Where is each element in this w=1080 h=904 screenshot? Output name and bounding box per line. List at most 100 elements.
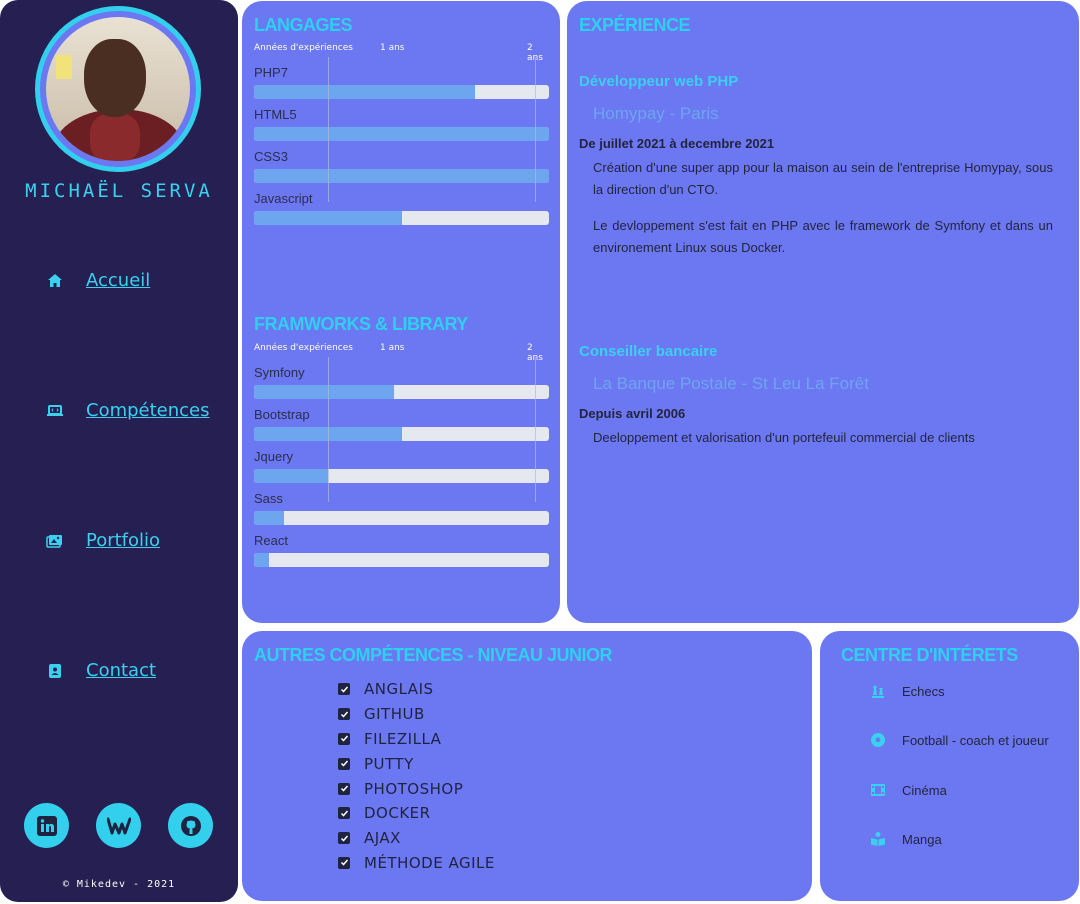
- other-skills-title: AUTRES COMPÉTENCES - NIVEAU JUNIOR: [254, 645, 613, 665]
- job-company: La Banque Postale - St Leu La Forêt: [593, 374, 869, 393]
- nav-link-accueil[interactable]: Accueil: [86, 270, 150, 291]
- address-book-icon: [46, 662, 64, 680]
- skill-bar-track: [254, 169, 549, 183]
- checkbox-checked-icon: [338, 832, 350, 845]
- skill-bar-fill: [254, 469, 328, 483]
- skill-checklist-item: GITHUB: [338, 702, 495, 727]
- frameworks-bars: Symfony Bootstrap Jquery Sass React: [254, 365, 549, 567]
- interest-item: Football - coach et joueur: [870, 732, 1049, 748]
- skill-name: AJAX: [364, 829, 401, 848]
- skill-checklist-item: ANGLAIS: [338, 677, 495, 702]
- skill-name: GITHUB: [364, 705, 425, 724]
- skill-name: DOCKER: [364, 804, 431, 823]
- skill-bar-row: Bootstrap: [254, 407, 549, 441]
- checkbox-checked-icon: [338, 807, 350, 820]
- frameworks-chart: Années d'expériences 1 ans 2 ans Symfony…: [254, 343, 549, 567]
- linkedin-icon: [36, 815, 57, 836]
- skill-bar-row: Javascript: [254, 191, 549, 225]
- skill-bar-row: PHP7: [254, 65, 549, 99]
- interests-panel: CENTRE D'INTÉRETS Echecs Football - coac…: [820, 631, 1079, 901]
- chart-gridline: [535, 57, 536, 202]
- skill-bar-fill: [254, 211, 402, 225]
- skill-name: FILEZILLA: [364, 729, 442, 748]
- avatar-ring: [35, 6, 201, 172]
- axis-tick-2: 2 ans: [527, 43, 543, 63]
- frameworks-title: FRAMWORKS & LIBRARY: [254, 314, 468, 334]
- skill-label: PHP7: [254, 65, 288, 80]
- chart-gridline: [328, 57, 329, 202]
- skill-bar-row: Sass: [254, 491, 549, 525]
- skill-bar-row: Jquery: [254, 449, 549, 483]
- skill-checklist-item: PHOTOSHOP: [338, 776, 495, 801]
- skill-bar-fill: [254, 169, 549, 183]
- job-title: Développeur web PHP: [579, 73, 739, 90]
- skill-bar-track: [254, 385, 549, 399]
- github-icon: [180, 815, 201, 836]
- nav-item-competences[interactable]: Compétences: [46, 400, 210, 421]
- skill-name: PUTTY: [364, 754, 414, 773]
- langages-bars: PHP7 HTML5 CSS3 Javascript: [254, 65, 549, 225]
- job-entry: Développeur web PHP Homypay - Paris De j…: [579, 73, 1053, 259]
- chart-gridline: [328, 357, 329, 502]
- football-icon: [870, 732, 886, 748]
- skill-name: ANGLAIS: [364, 680, 434, 699]
- nav-item-contact[interactable]: Contact: [46, 660, 156, 681]
- skill-label: Bootstrap: [254, 407, 310, 422]
- skill-bar-track: [254, 427, 549, 441]
- wordpress-button[interactable]: [96, 803, 141, 848]
- chess-icon: [870, 683, 886, 699]
- checkbox-checked-icon: [338, 708, 350, 721]
- skill-bar-track: [254, 127, 549, 141]
- skill-bar-row: React: [254, 533, 549, 567]
- interest-item: Manga: [870, 831, 942, 847]
- footer-copyright: © Mikedev - 2021: [62, 879, 176, 890]
- axis-tick-1: 1 ans: [380, 43, 405, 53]
- nav-link-competences[interactable]: Compétences: [86, 400, 210, 421]
- skill-checklist-item: DOCKER: [338, 801, 495, 826]
- experience-title: EXPÉRIENCE: [579, 15, 691, 35]
- skill-checklist-item: FILEZILLA: [338, 727, 495, 752]
- skill-bar-fill: [254, 85, 475, 99]
- skill-bar-track: [254, 469, 549, 483]
- langages-title: LANGAGES: [254, 15, 353, 35]
- avatar: [46, 17, 190, 161]
- nav-item-portfolio[interactable]: Portfolio: [46, 530, 160, 551]
- job-dates: De juillet 2021 à decembre 2021: [579, 136, 775, 151]
- interest-item: Echecs: [870, 683, 945, 699]
- interests-title: CENTRE D'INTÉRETS: [841, 645, 1018, 665]
- film-icon: [870, 782, 886, 798]
- nav-item-accueil[interactable]: Accueil: [46, 270, 150, 291]
- skill-bar-track: [254, 85, 549, 99]
- axis-tick-2: 2 ans: [527, 343, 543, 363]
- chart-gridline: [535, 357, 536, 502]
- job-description: Deeloppement et valorisation d'un portef…: [593, 430, 975, 445]
- skill-bar-track: [254, 211, 549, 225]
- checkbox-checked-icon: [338, 732, 350, 745]
- skill-label: CSS3: [254, 149, 288, 164]
- job-title: Conseiller bancaire: [579, 343, 718, 360]
- skill-bar-fill: [254, 385, 394, 399]
- other-skills-list: ANGLAIS GITHUB FILEZILLA PUTTY PHOTOSHOP DOCK…: [338, 677, 495, 875]
- profile-name: MICHAËL SERVA: [25, 180, 213, 202]
- skill-bar-track: [254, 511, 549, 525]
- skill-bar-row: CSS3: [254, 149, 549, 183]
- job-company: Homypay - Paris: [593, 104, 719, 123]
- sidebar: MICHAËL SERVA Accueil Compétences Portfo…: [0, 0, 238, 902]
- axis-tick-1: 1 ans: [380, 343, 405, 353]
- interest-item: Cinéma: [870, 782, 947, 798]
- skill-label: Symfony: [254, 365, 305, 380]
- images-icon: [46, 532, 64, 550]
- github-button[interactable]: [168, 803, 213, 848]
- langages-chart: Années d'expériences 1 ans 2 ans PHP7 HTM…: [254, 43, 549, 225]
- nav-link-contact[interactable]: Contact: [86, 660, 156, 681]
- skill-label: Jquery: [254, 449, 294, 464]
- axis-label: Années d'expériences: [254, 43, 353, 53]
- skill-label: Sass: [254, 491, 283, 506]
- linkedin-button[interactable]: [24, 803, 69, 848]
- nav-link-portfolio[interactable]: Portfolio: [86, 530, 160, 551]
- skill-bar-fill: [254, 553, 269, 567]
- skill-name: PHOTOSHOP: [364, 779, 464, 798]
- job-description: Création d'une super app pour la maison …: [593, 160, 1053, 255]
- laptop-code-icon: [46, 402, 64, 420]
- wordpress-icon: [106, 817, 131, 834]
